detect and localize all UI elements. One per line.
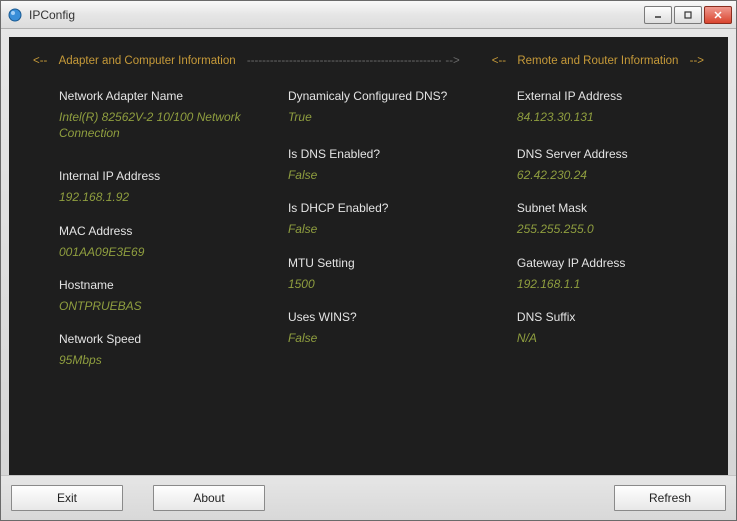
value-hostname: ONTPRUEBAS [59,298,256,314]
field-dhcp-enabled: Is DHCP Enabled? False [288,201,485,237]
header-label-right: Remote and Router Information [517,55,678,67]
close-button[interactable] [704,6,732,24]
label-dhcp-enabled: Is DHCP Enabled? [288,201,485,215]
field-gateway: Gateway IP Address 192.168.1.1 [517,256,704,292]
info-panel: <-- Adapter and Computer Information ---… [9,37,728,475]
field-mtu: MTU Setting 1500 [288,256,485,292]
field-speed: Network Speed 95Mbps [59,332,256,368]
label-mtu: MTU Setting [288,256,485,270]
field-dyn-dns: Dynamicaly Configured DNS? True [288,89,485,125]
header-arrow-mid: --> [445,55,459,67]
refresh-button[interactable]: Refresh [614,485,726,511]
field-adapter-name: Network Adapter Name Intel(R) 82562V-2 1… [59,89,256,141]
value-dhcp-enabled: False [288,221,485,237]
header-arrow-left: <-- [33,55,47,67]
value-adapter-name: Intel(R) 82562V-2 10/100 Network Connect… [59,109,256,141]
section-header-left: <-- Adapter and Computer Information ---… [33,55,460,67]
label-dns-server: DNS Server Address [517,147,704,161]
maximize-button[interactable] [674,6,702,24]
about-button[interactable]: About [153,485,265,511]
label-dyn-dns: Dynamicaly Configured DNS? [288,89,485,103]
header-dashes: ----------------------------------------… [247,55,442,67]
label-subnet: Subnet Mask [517,201,704,215]
label-speed: Network Speed [59,332,256,346]
value-wins: False [288,330,485,346]
label-mac: MAC Address [59,224,256,238]
field-external-ip: External IP Address 84.123.30.131 [517,89,704,125]
field-hostname: Hostname ONTPRUEBAS [59,278,256,314]
header-arrow-right-suf: --> [690,55,704,67]
value-mtu: 1500 [288,276,485,292]
field-dns-enabled: Is DNS Enabled? False [288,147,485,183]
header-arrow-right-pre: <-- [492,55,506,67]
minimize-button[interactable] [644,6,672,24]
value-speed: 95Mbps [59,352,256,368]
field-wins: Uses WINS? False [288,310,485,346]
window-title: IPConfig [29,8,644,22]
field-suffix: DNS Suffix N/A [517,310,704,346]
titlebar: IPConfig [1,1,736,29]
label-gateway: Gateway IP Address [517,256,704,270]
label-wins: Uses WINS? [288,310,485,324]
column-remote: External IP Address 84.123.30.131 DNS Se… [517,89,704,386]
label-adapter-name: Network Adapter Name [59,89,256,103]
label-suffix: DNS Suffix [517,310,704,324]
value-internal-ip: 192.168.1.92 [59,189,256,205]
column-dns: Dynamicaly Configured DNS? True Is DNS E… [288,89,485,386]
field-internal-ip: Internal IP Address 192.168.1.92 [59,169,256,205]
window-controls [644,6,732,24]
value-external-ip: 84.123.30.131 [517,109,704,125]
value-gateway: 192.168.1.1 [517,276,704,292]
exit-button[interactable]: Exit [11,485,123,511]
section-header-right: <-- Remote and Router Information --> [492,55,704,67]
label-hostname: Hostname [59,278,256,292]
column-adapter: Network Adapter Name Intel(R) 82562V-2 1… [59,89,256,386]
label-dns-enabled: Is DNS Enabled? [288,147,485,161]
value-mac: 001AA09E3E69 [59,244,256,260]
value-dyn-dns: True [288,109,485,125]
value-subnet: 255.255.255.0 [517,221,704,237]
app-icon [7,7,23,23]
label-internal-ip: Internal IP Address [59,169,256,183]
field-mac: MAC Address 001AA09E3E69 [59,224,256,260]
button-bar: Exit About Refresh [1,475,736,520]
value-suffix: N/A [517,330,704,346]
header-label-left: Adapter and Computer Information [59,55,236,67]
field-subnet: Subnet Mask 255.255.255.0 [517,201,704,237]
label-external-ip: External IP Address [517,89,704,103]
value-dns-enabled: False [288,167,485,183]
field-dns-server: DNS Server Address 62.42.230.24 [517,147,704,183]
value-dns-server: 62.42.230.24 [517,167,704,183]
